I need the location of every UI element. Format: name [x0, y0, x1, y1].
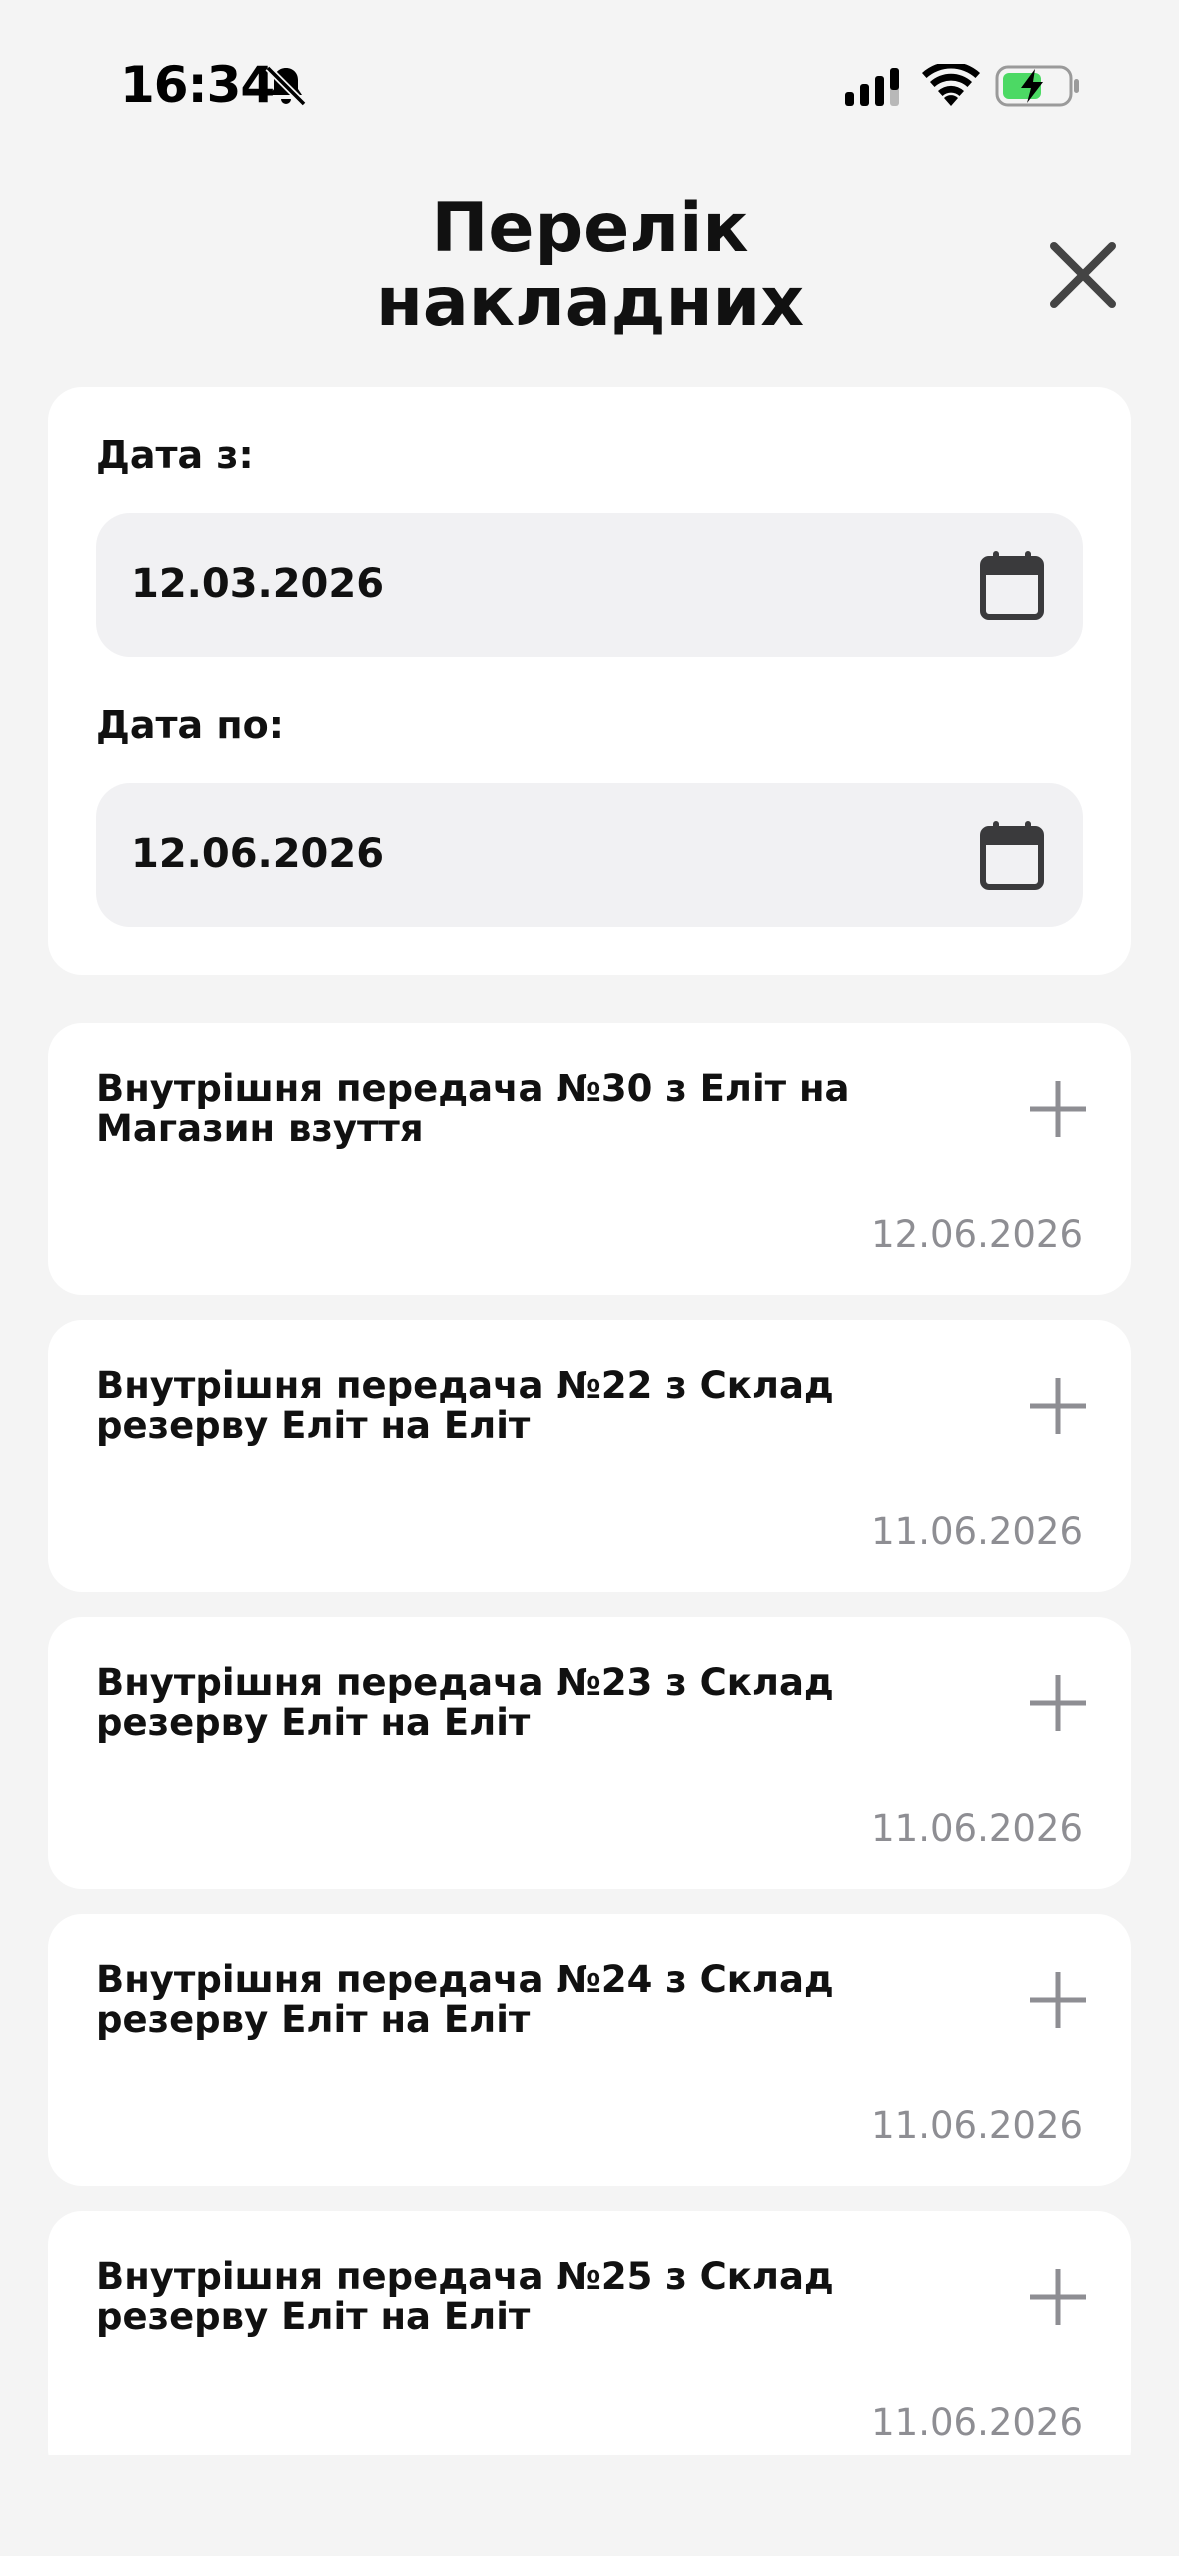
invoice-date: 11.06.2026	[871, 2401, 1083, 2444]
date-filter-card: Дата з: 12.03.2026 Дата по: 12.06.2026	[48, 387, 1131, 975]
invoice-title: Внутрішня передача №24 з Склад резерву Е…	[96, 1960, 896, 2040]
invoice-title-line-1: Внутрішня передача №24 з Склад	[96, 1958, 834, 2001]
invoice-title: Внутрішня передача №25 з Склад резерву Е…	[96, 2257, 896, 2337]
invoice-title-line-1: Внутрішня передача №25 з Склад	[96, 2255, 834, 2298]
plus-icon[interactable]	[1028, 2267, 1088, 2327]
date-from-label: Дата з:	[96, 433, 254, 477]
calendar-icon[interactable]	[979, 551, 1045, 621]
invoice-list-item[interactable]: Внутрішня передача №23 з Склад резерву Е…	[48, 1617, 1131, 1889]
invoice-title: Внутрішня передача №22 з Склад резерву Е…	[96, 1366, 896, 1446]
battery-charging-icon	[995, 65, 1079, 107]
invoice-title-line-1: Внутрішня передача №30 з Еліт на	[96, 1067, 850, 1110]
signal-icon	[845, 68, 899, 106]
invoice-list-item[interactable]: Внутрішня передача №22 з Склад резерву Е…	[48, 1320, 1131, 1592]
invoice-title-line-2: резерву Еліт на Еліт	[96, 1998, 531, 2041]
date-from-value: 12.03.2026	[131, 561, 385, 607]
invoice-title-line-1: Внутрішня передача №23 з Склад	[96, 1661, 834, 1704]
plus-icon[interactable]	[1028, 1673, 1088, 1733]
status-bar: 16:34	[0, 0, 1179, 150]
page-title-line-1: Перелік	[431, 189, 749, 268]
invoice-title-line-2: резерву Еліт на Еліт	[96, 1404, 531, 1447]
plus-icon[interactable]	[1028, 1376, 1088, 1436]
page-title-line-2: накладних	[375, 263, 805, 342]
invoice-list: Внутрішня передача №30 з Еліт на Магазин…	[0, 1000, 1179, 2455]
date-to-label: Дата по:	[96, 703, 284, 747]
invoice-title-line-2: резерву Еліт на Еліт	[96, 2295, 531, 2338]
invoice-date: 11.06.2026	[871, 1807, 1083, 1850]
close-button[interactable]	[1040, 232, 1126, 318]
invoice-list-item[interactable]: Внутрішня передача №30 з Еліт на Магазин…	[48, 1023, 1131, 1295]
invoice-list-screen: 16:34 Перелік накладних Дата з: 12.03.20…	[0, 0, 1179, 2556]
invoice-list-item[interactable]: Внутрішня передача №24 з Склад резерву Е…	[48, 1914, 1131, 2186]
invoice-title: Внутрішня передача №30 з Еліт на Магазин…	[96, 1069, 896, 1149]
invoice-title-line-2: Магазин взуття	[96, 1107, 424, 1150]
invoice-date: 12.06.2026	[871, 1213, 1083, 1256]
plus-icon[interactable]	[1028, 1970, 1088, 2030]
invoice-date: 11.06.2026	[871, 1510, 1083, 1553]
status-time: 16:34	[120, 56, 275, 114]
bell-slash-icon	[265, 65, 307, 107]
invoice-title-line-1: Внутрішня передача №22 з Склад	[96, 1364, 834, 1407]
calendar-icon[interactable]	[979, 821, 1045, 891]
invoice-date: 11.06.2026	[871, 2104, 1083, 2147]
invoice-title: Внутрішня передача №23 з Склад резерву Е…	[96, 1663, 896, 1743]
invoice-title-line-2: резерву Еліт на Еліт	[96, 1701, 531, 1744]
invoice-list-item[interactable]: Внутрішня передача №25 з Склад резерву Е…	[48, 2211, 1131, 2455]
date-to-field[interactable]: 12.06.2026	[96, 783, 1083, 927]
date-from-field[interactable]: 12.03.2026	[96, 513, 1083, 657]
date-to-value: 12.06.2026	[131, 831, 385, 877]
close-icon	[1050, 242, 1116, 308]
plus-icon[interactable]	[1028, 1079, 1088, 1139]
header: Перелік накладних	[0, 180, 1179, 370]
page-title: Перелік накладних	[250, 192, 930, 340]
wifi-icon	[922, 64, 980, 106]
